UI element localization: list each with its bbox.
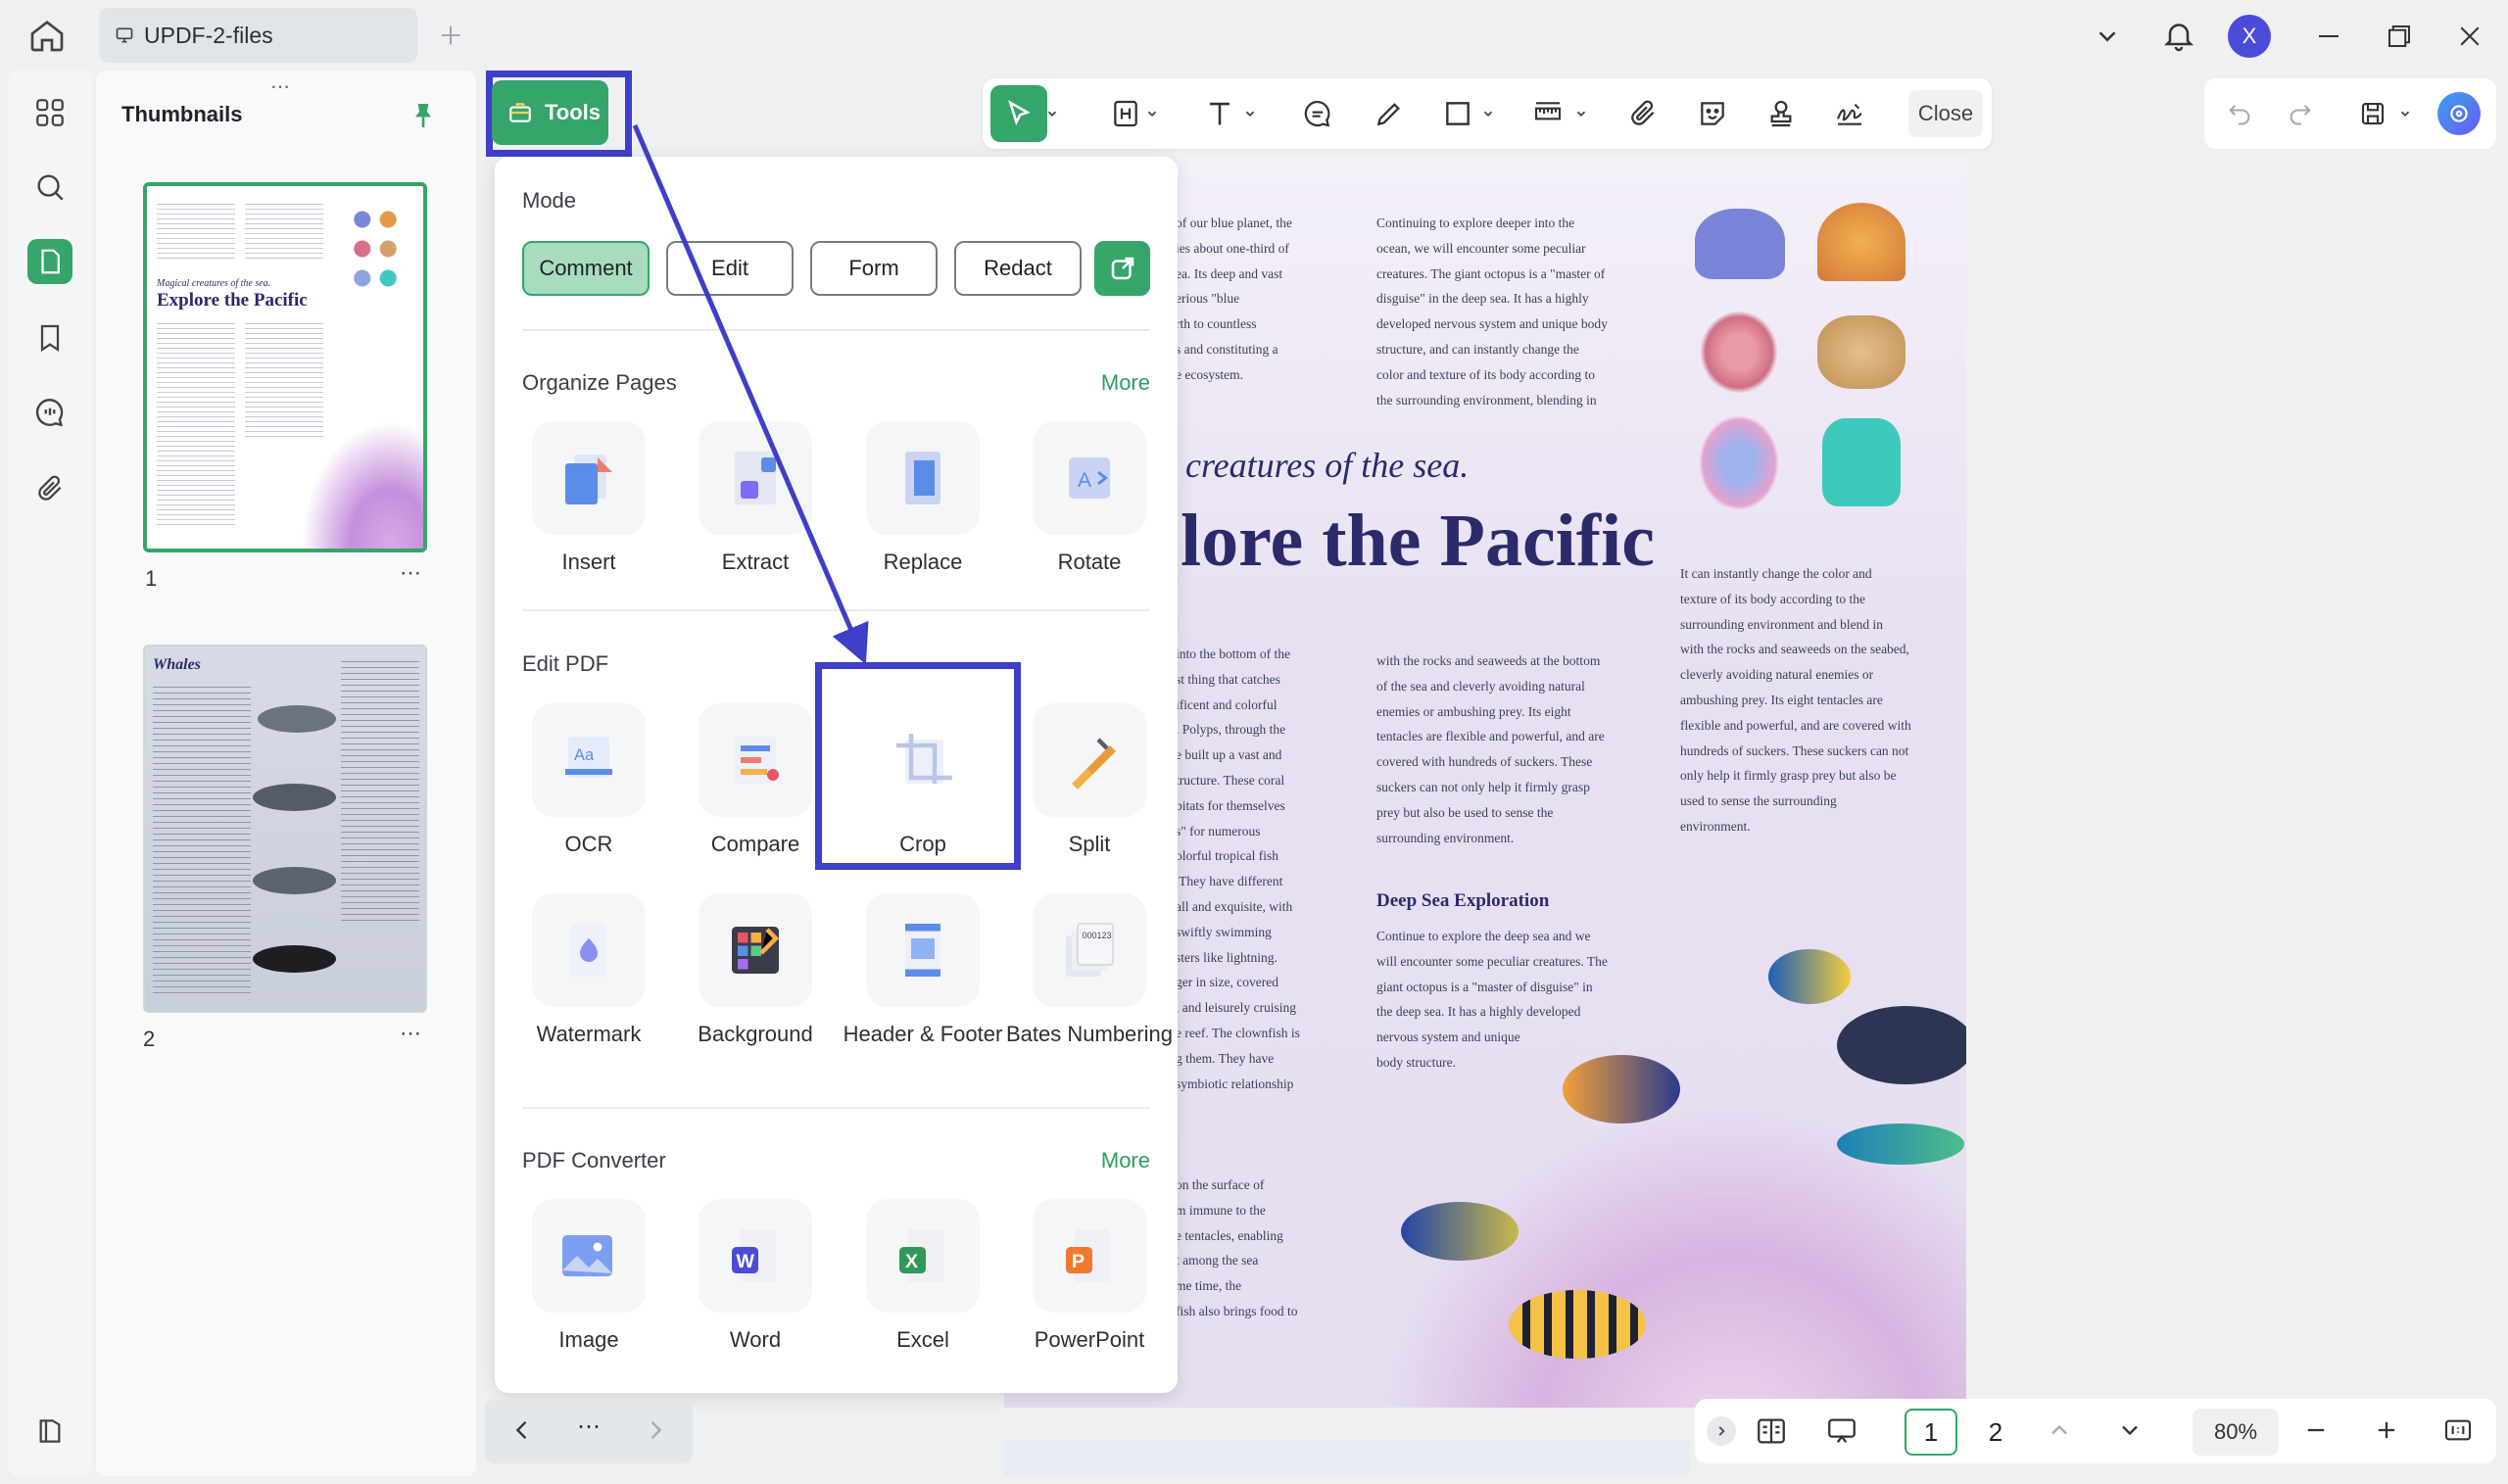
zoom-in-icon[interactable] — [2373, 1416, 2400, 1444]
annotation-arrow — [632, 124, 869, 665]
panel-nav-bar: ⋯ — [485, 1399, 693, 1463]
next-icon[interactable] — [642, 1416, 669, 1444]
more-icon[interactable]: ⋯ — [577, 1412, 601, 1441]
zoom-out-icon[interactable] — [2302, 1416, 2330, 1444]
page-1-button[interactable]: 1 — [1905, 1409, 1957, 1456]
page-layout-icon[interactable] — [1754, 1414, 1789, 1448]
page-navigation-bar: 1 2 80% — [1695, 1399, 2496, 1463]
zoom-level[interactable]: 80% — [2193, 1409, 2279, 1456]
expand-icon[interactable] — [1707, 1416, 1736, 1446]
page-2-button[interactable]: 2 — [1969, 1409, 2022, 1456]
page-down-icon[interactable] — [2116, 1416, 2144, 1444]
actual-size-icon[interactable] — [2441, 1414, 2475, 1446]
page-up-icon[interactable] — [2046, 1416, 2073, 1444]
prev-icon[interactable] — [508, 1416, 536, 1444]
presentation-icon[interactable] — [1824, 1414, 1859, 1448]
